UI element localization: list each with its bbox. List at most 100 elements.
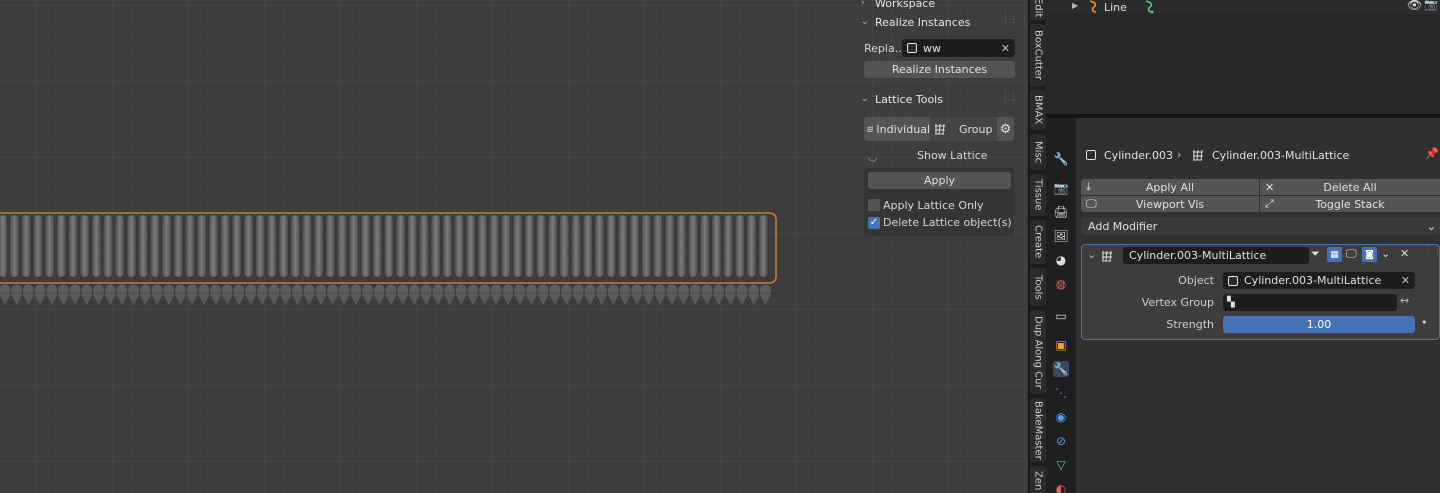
delete-lattice-checkbox[interactable]: ✓ [868, 217, 880, 229]
breadcrumb: Cylinder.003 › Cylinder.003-MultiLattice… [1076, 140, 1440, 170]
object-field[interactable]: Cylinder.003-MultiLattice ✕ [1223, 272, 1415, 289]
tool-icon[interactable]: 🔧 [1053, 151, 1069, 167]
tab-misc[interactable]: Misc [1030, 134, 1046, 170]
expand-icon: ⤢ [1265, 197, 1274, 210]
lattice-tools-header[interactable]: ⌄ Lattice Tools ⋮⋮ [855, 88, 1023, 110]
individual-button[interactable]: Individual [864, 117, 930, 141]
replace-field[interactable]: ww ✕ [902, 39, 1015, 57]
chevron-down-icon: ⌄ [1426, 219, 1436, 233]
curve-icon [1089, 0, 1097, 13]
apply-lattice-only-checkbox[interactable] [868, 199, 880, 211]
chevron-down-icon: ⌄ [861, 94, 869, 104]
tab-boxcutter[interactable]: BoxCutter [1030, 24, 1046, 86]
chevron-down-icon[interactable]: ⌄ [1087, 248, 1096, 261]
keyframe-dot-icon[interactable]: • [1421, 316, 1428, 329]
properties-editor: Cylinder.003 › Cylinder.003-MultiLattice… [1076, 118, 1440, 493]
data-icon[interactable]: ▽ [1053, 457, 1069, 473]
monitor-icon: 🖵 [1086, 197, 1097, 210]
cylinder-array-mesh[interactable] [0, 205, 790, 315]
breadcrumb-separator-icon: › [1177, 148, 1182, 161]
modifier-panel: ⌄ Cylinder.003-MultiLattice ⏷ ▦ 🖵 ◙ ⌄ ✕ … [1081, 244, 1440, 340]
modifier-name-field[interactable]: Cylinder.003-MultiLattice [1123, 247, 1309, 264]
drag-handle-icon[interactable]: ⋮⋮ [1001, 92, 1018, 102]
replace-label: Repla... [864, 42, 906, 55]
invert-arrows-icon[interactable]: ↔ [1400, 294, 1409, 307]
realize-instances-header[interactable]: ⌄ Realize Instances ⋮⋮ [855, 11, 1023, 33]
lattice-icon [1102, 250, 1112, 262]
pin-icon[interactable]: 📌 [1425, 147, 1439, 160]
close-icon: ✕ [1265, 180, 1275, 194]
apply-lattice-only-label: Apply Lattice Only [883, 199, 984, 212]
outliner-item-label[interactable]: Line [1104, 1, 1127, 14]
physics-icon[interactable]: ◉ [1053, 409, 1069, 425]
particles-icon[interactable]: ⋱ [1053, 385, 1069, 401]
tab-tissue[interactable]: Tissue [1030, 174, 1046, 216]
chevron-down-icon[interactable]: ⌄ [1381, 247, 1390, 260]
constraints-icon[interactable]: ⊘ [1053, 433, 1069, 449]
chevron-down-icon[interactable]: ◡ [868, 150, 878, 163]
viewport-vis-button[interactable]: 🖵 Viewport Vis [1081, 196, 1259, 212]
lattice-tools-title: Lattice Tools [875, 92, 943, 106]
apply-icon: ⤓ [1086, 180, 1091, 193]
clear-icon[interactable]: ✕ [1401, 274, 1410, 287]
tab-bmax[interactable]: BMAX [1030, 90, 1046, 130]
chevron-right-icon: › [861, 0, 865, 8]
cage-icon[interactable]: ▦ [1327, 247, 1342, 262]
settings-gear-icon[interactable]: ⚙ [997, 117, 1014, 141]
object-icon [1228, 275, 1238, 286]
drag-handle-icon[interactable]: ⋮⋮ [1424, 245, 1440, 255]
material-icon[interactable]: ◐ [1053, 481, 1069, 493]
add-modifier-dropdown[interactable]: Add Modifier ⌄ [1081, 217, 1440, 235]
vertex-group-field[interactable]: ▚ [1223, 294, 1397, 311]
drag-handle-icon[interactable]: ⋮⋮ [1001, 15, 1018, 25]
edit-mode-icon[interactable]: ⏷ [1311, 247, 1320, 261]
outliner: ▶ Line 👁 📷 [1046, 0, 1440, 114]
strength-slider[interactable]: 1.00 [1223, 316, 1415, 333]
delete-all-button[interactable]: ✕ Delete All [1260, 179, 1440, 195]
sidebar-tabs: Edit BoxCutter BMAX Misc Tissue Create T… [1028, 0, 1046, 493]
collection-icon[interactable]: ▭ [1053, 308, 1069, 324]
clear-icon[interactable]: ✕ [1001, 42, 1010, 55]
view-layer-icon[interactable]: 🖼 [1053, 228, 1069, 244]
tab-bakemaster[interactable]: BakeMaster [1030, 398, 1046, 462]
lattice-icon [867, 126, 873, 132]
tab-tools[interactable]: Tools [1030, 268, 1046, 306]
close-icon[interactable]: ✕ [1400, 247, 1409, 260]
modifier-wrench-icon[interactable]: 🔧 [1053, 361, 1069, 377]
output-icon[interactable]: 🖨 [1053, 204, 1069, 220]
eye-icon[interactable]: 👁 [1407, 0, 1422, 12]
tab-create[interactable]: Create [1030, 220, 1046, 264]
apply-button[interactable]: Apply [868, 172, 1011, 189]
camera-icon[interactable]: ◙ [1362, 247, 1377, 262]
properties-tab-column: 🔧 📷 🖨 🖼 ◕ ◍ ▭ ▣ 🔧 ⋱ ◉ ⊘ ▽ ◐ [1046, 118, 1076, 493]
scene-icon[interactable]: ◕ [1053, 252, 1069, 268]
tab-edit[interactable]: Edit [1030, 0, 1046, 20]
group-button[interactable]: Group [930, 117, 997, 141]
tab-zen[interactable]: Zen [1030, 466, 1046, 493]
strength-value: 1.00 [1306, 318, 1332, 331]
expand-arrow-icon[interactable]: ▶ [1072, 1, 1078, 10]
object-properties-icon[interactable]: ▣ [1053, 337, 1069, 353]
lattice-icon [1193, 149, 1203, 161]
toggle-stack-button[interactable]: ⤢ Toggle Stack [1260, 196, 1440, 212]
render-icon[interactable]: 📷 [1053, 180, 1069, 196]
breadcrumb-object: Cylinder.003 [1104, 149, 1174, 162]
strength-label: Strength [1166, 318, 1214, 331]
world-icon[interactable]: ◍ [1053, 276, 1069, 292]
realize-instances-title: Realize Instances [875, 15, 971, 29]
sidebar-panel: › Workspace ⌄ Realize Instances ⋮⋮ Repla… [855, 0, 1023, 240]
realize-instances-button[interactable]: Realize Instances [864, 61, 1015, 78]
chevron-down-icon: ⌄ [861, 17, 869, 27]
tab-dup-along-cur[interactable]: Dup Along Cur [1030, 310, 1046, 394]
lattice-icon [935, 123, 945, 135]
delete-lattice-label: Delete Lattice object(s) [883, 216, 1012, 229]
show-lattice-label[interactable]: Show Lattice [917, 149, 988, 162]
replace-value: ww [923, 41, 941, 55]
camera-icon[interactable]: 📷 [1424, 0, 1438, 11]
vertex-group-icon: ▚ [1227, 297, 1235, 308]
monitor-icon[interactable]: 🖵 [1346, 247, 1357, 261]
workspace-label: Workspace [875, 0, 936, 10]
apply-all-button[interactable]: ⤓ Apply All [1081, 179, 1259, 195]
object-icon [1086, 150, 1096, 160]
breadcrumb-modifier: Cylinder.003-MultiLattice [1212, 149, 1350, 162]
